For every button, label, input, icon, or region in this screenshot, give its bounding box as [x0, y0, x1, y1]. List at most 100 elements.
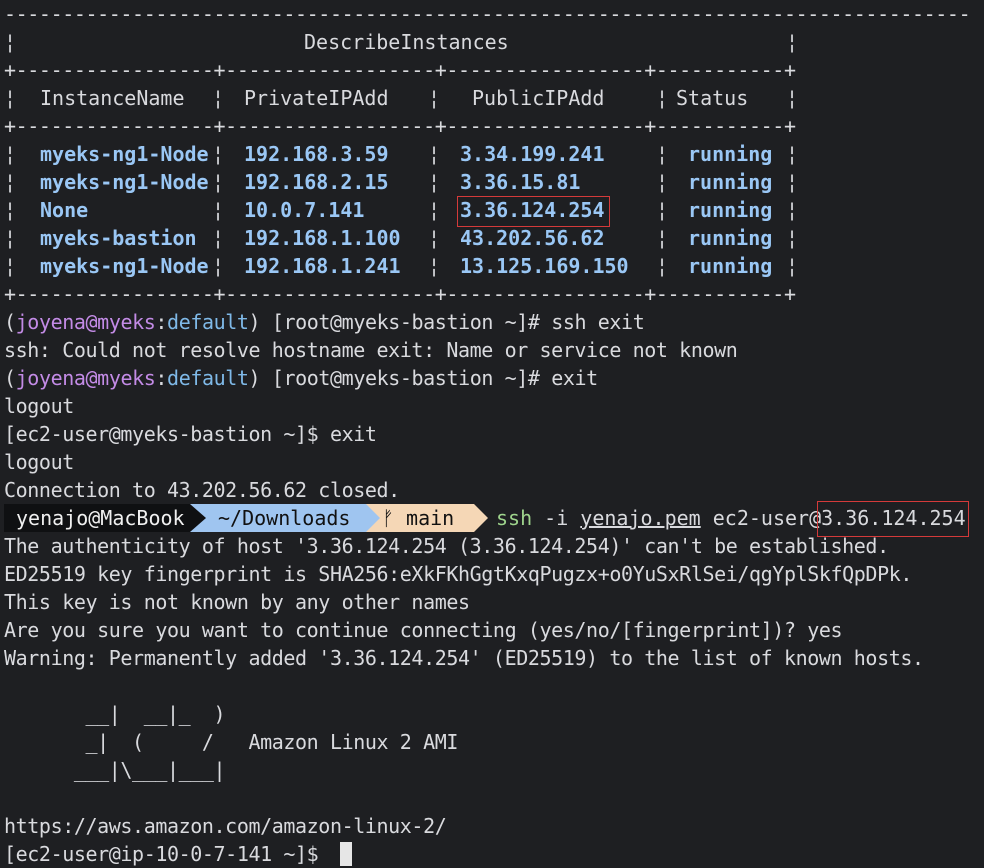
status: running: [688, 170, 773, 194]
table-divider: ¦: [212, 86, 225, 110]
prompt-host: myeks: [97, 310, 156, 334]
prompt-namespace: default: [167, 366, 249, 390]
instance-name: myeks-ng1-Node: [40, 254, 209, 278]
table-title: DescribeInstances: [304, 30, 509, 54]
table-edge: ¦: [786, 170, 799, 194]
git-branch-icon: ᚠ: [382, 506, 394, 530]
status: running: [688, 226, 773, 250]
table-divider: ¦: [656, 86, 669, 110]
status: running: [688, 142, 773, 166]
output-line: This key is not known by any other names: [4, 590, 470, 614]
output-line: Are you sure you want to continue connec…: [4, 618, 843, 642]
ami-banner-line: __| __|_ ): [4, 702, 226, 726]
powerline-user-segment: yenajo@MacBook: [4, 504, 190, 532]
table-divider: ¦: [428, 254, 441, 278]
table-edge: ¦: [786, 198, 799, 222]
public-ip: 13.125.169.150: [460, 254, 629, 278]
private-ip: 192.168.1.241: [244, 254, 401, 278]
public-ip: 3.36.15.81: [460, 170, 581, 194]
table-edge: ¦: [786, 30, 799, 54]
ami-banner-line: ___|\___|___|: [4, 758, 226, 782]
output-line: Warning: Permanently added '3.36.124.254…: [4, 646, 924, 670]
instance-name: None: [40, 198, 89, 222]
private-ip: 192.168.3.59: [244, 142, 389, 166]
output-line: Connection to 43.202.56.62 closed.: [4, 478, 400, 502]
output-line: The authenticity of host '3.36.124.254 (…: [4, 534, 889, 558]
table-divider: ¦: [212, 226, 225, 250]
table-edge: ¦: [786, 142, 799, 166]
prompt-namespace: default: [167, 310, 249, 334]
table-edge: ¦: [786, 86, 799, 110]
private-ip: 10.0.7.141: [244, 198, 365, 222]
table-edge: ¦: [4, 198, 17, 222]
prompt-at: @: [85, 366, 98, 390]
table-edge: ¦: [4, 170, 17, 194]
table-divider: ¦: [656, 198, 669, 222]
git-branch: main: [406, 506, 455, 530]
table-border-top: ----------------------------------------…: [4, 2, 971, 26]
shell-prompt-line: (joyena@myeks:default) [root@myeks-basti…: [4, 310, 645, 334]
powerline-git-segment: ᚠ main: [380, 504, 474, 532]
highlight-box: [457, 196, 610, 227]
table-divider: ¦: [212, 142, 225, 166]
instance-name: myeks-bastion: [40, 226, 197, 250]
table-edge: ¦: [4, 254, 17, 278]
output-line: logout: [4, 450, 74, 474]
col-header-instance-name: InstanceName: [40, 86, 185, 110]
terminal-window[interactable]: ----------------------------------------…: [0, 0, 984, 868]
text-cursor[interactable]: [340, 842, 352, 866]
prompt-user: joyena: [15, 310, 86, 334]
col-header-private-ip: PrivateIPAdd: [244, 86, 389, 110]
instance-name: myeks-ng1-Node: [40, 142, 209, 166]
table-edge: ¦: [4, 86, 17, 110]
table-divider: ¦: [656, 142, 669, 166]
ami-banner-line: _| ( / Amazon Linux 2 AMI: [4, 730, 458, 754]
public-ip: 43.202.56.62: [460, 226, 605, 250]
table-edge: ¦: [4, 226, 17, 250]
table-divider: ¦: [428, 86, 441, 110]
instance-name: myeks-ng1-Node: [40, 170, 209, 194]
public-ip: 3.34.199.241: [460, 142, 605, 166]
col-header-public-ip: PublicIPAdd: [472, 86, 605, 110]
prompt-command: ) [root@myeks-bastion ~]# exit: [248, 366, 599, 390]
output-line: ED25519 key fingerprint is SHA256:eXkFKh…: [4, 562, 912, 586]
private-ip: 192.168.2.15: [244, 170, 389, 194]
command-name: ssh: [496, 506, 533, 530]
prompt-colon: :: [155, 310, 168, 334]
private-ip: 192.168.1.100: [244, 226, 401, 250]
command-args: -i: [532, 506, 581, 530]
final-prompt: [ec2-user@ip-10-0-7-141 ~]$: [4, 842, 330, 866]
table-edge: ¦: [4, 142, 17, 166]
table-divider: ¦: [428, 170, 441, 194]
table-divider: ¦: [656, 254, 669, 278]
col-header-status: Status: [676, 86, 749, 110]
status: running: [688, 254, 773, 278]
table-border: +-----------------+------------------+--…: [4, 58, 796, 82]
table-edge: ¦: [786, 226, 799, 250]
table-divider: ¦: [656, 226, 669, 250]
prompt-user: joyena: [15, 366, 86, 390]
output-line: ssh: Could not resolve hostname exit: Na…: [4, 338, 738, 362]
command-args: ec2-user@: [700, 506, 822, 530]
prompt-at: @: [85, 310, 98, 334]
table-divider: ¦: [656, 170, 669, 194]
output-line: logout: [4, 394, 74, 418]
prompt-host: myeks: [97, 366, 156, 390]
shell-prompt-line: [ec2-user@myeks-bastion ~]$ exit: [4, 422, 377, 446]
prompt-command: ) [root@myeks-bastion ~]# ssh exit: [248, 310, 645, 334]
ami-url: https://aws.amazon.com/amazon-linux-2/: [4, 814, 447, 838]
table-divider: ¦: [428, 226, 441, 250]
powerline-separator: [474, 504, 488, 532]
table-edge: ¦: [4, 30, 17, 54]
table-edge: ¦: [786, 254, 799, 278]
powerline-dir-segment: ~/Downloads: [206, 504, 366, 532]
powerline-separator: [190, 504, 206, 532]
prompt-colon: :: [155, 366, 168, 390]
table-divider: ¦: [212, 254, 225, 278]
table-divider: ¦: [428, 142, 441, 166]
status: running: [688, 198, 773, 222]
table-border-bottom: +-----------------+------------------+--…: [4, 282, 796, 306]
table-divider: ¦: [212, 198, 225, 222]
key-file: yenajo.pem: [580, 506, 701, 530]
powerline-separator: [366, 504, 380, 532]
